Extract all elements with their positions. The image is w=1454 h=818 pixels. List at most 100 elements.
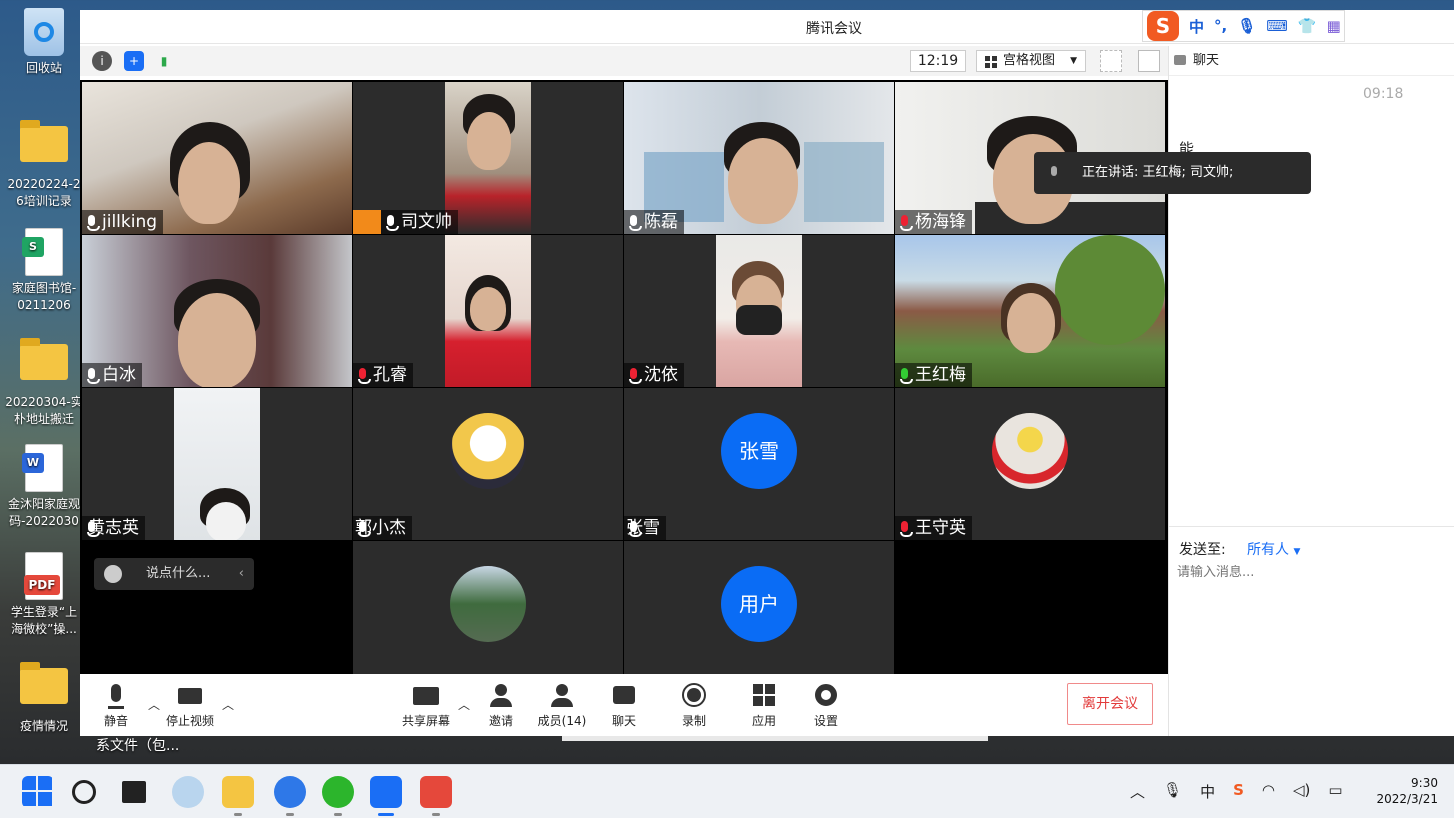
ime-toolbar[interactable]: S 中 °, 🎙 ⌨ 👕 ▦ <box>1142 10 1345 42</box>
desktop-file-label: 系文件（包... <box>96 738 180 754</box>
participant-tile[interactable]: 孔睿 <box>353 235 623 387</box>
mute-label: 静音 <box>103 714 128 728</box>
file-explorer-icon[interactable] <box>222 776 254 816</box>
fullscreen-icon[interactable] <box>1100 50 1122 72</box>
floating-chat-input[interactable]: 说点什么... ‹ <box>94 558 254 590</box>
folder-icon <box>20 338 68 390</box>
desktop-icon-pdf[interactable]: PDF 学生登录“上 海微校”操... <box>0 552 88 638</box>
participant-tile[interactable]: 张雪 张雪 <box>624 388 894 540</box>
skin-icon[interactable]: 👕 <box>1298 17 1317 35</box>
sogou-ime-app-icon[interactable] <box>274 776 306 816</box>
start-icon[interactable] <box>22 776 54 808</box>
participant-tile[interactable]: 王红梅 <box>895 235 1165 387</box>
search-icon[interactable] <box>72 780 96 804</box>
view-mode-label: 宫格视图 <box>1003 53 1056 68</box>
tencent-meeting-icon[interactable] <box>370 776 402 816</box>
meeting-window: 腾讯会议 S 中 °, 🎙 ⌨ 👕 ▦ i + ▮ 12:19 宫格视图 ▼ j… <box>80 10 1454 736</box>
security-shield-icon[interactable]: + <box>124 51 144 71</box>
record-icon <box>664 682 724 710</box>
chat-input-placeholder: 说点什么... <box>146 566 211 581</box>
ime-punct[interactable]: °, <box>1214 17 1227 35</box>
task-view-icon[interactable] <box>122 781 146 803</box>
keyboard-icon[interactable]: ⌨ <box>1266 17 1288 35</box>
desktop-icon-folder[interactable]: 20220224-2 6培训记录 <box>0 118 88 210</box>
chat-panel-title: 聊天 <box>1169 46 1454 76</box>
bottom-control-bar: 静音 ︿ 停止视频 ︿ 共享屏幕 ︿ 邀请 成员(14) 聊天 录制 应用 设置… <box>80 674 1168 736</box>
signal-icon[interactable]: ▮ <box>154 51 174 71</box>
sogou-logo-icon: S <box>1147 11 1179 41</box>
invite-icon <box>471 682 531 710</box>
desktop-icon-folder[interactable]: 疫情情况 <box>0 660 88 735</box>
word-doc-icon: W <box>22 444 63 492</box>
desktop-icon-recycle[interactable]: 回收站 <box>0 8 88 77</box>
members-button[interactable]: 成员(14) <box>532 682 592 729</box>
recycle-bin-icon <box>24 8 64 56</box>
participant-tile[interactable]: 郭小杰 <box>353 388 623 540</box>
leave-meeting-button[interactable]: 离开会议 <box>1067 683 1153 725</box>
participant-tile[interactable]: 沈依 <box>624 235 894 387</box>
chevron-up-icon[interactable]: ︿ <box>148 696 160 713</box>
participant-name: 白冰 <box>82 363 142 387</box>
battery-icon[interactable]: ▭ <box>1328 781 1342 802</box>
ime-mode[interactable]: 中 <box>1189 16 1204 37</box>
participant-name: 沈依 <box>624 363 684 387</box>
participant-tile[interactable]: 王守英 <box>895 388 1165 540</box>
sogou-tray-icon[interactable]: S <box>1233 781 1244 802</box>
desktop-icon-label: 学生登录“上 海微校”操... <box>10 605 78 636</box>
emoji-icon[interactable] <box>104 565 122 583</box>
gear-icon <box>796 682 856 710</box>
chevron-up-icon[interactable]: ︿ <box>458 696 470 713</box>
wifi-icon[interactable]: ◠ <box>1262 781 1275 802</box>
toolbox-icon[interactable]: ▦ <box>1327 17 1341 35</box>
record-label: 录制 <box>681 714 706 728</box>
stop-video-button[interactable]: 停止视频 <box>160 682 220 729</box>
desktop-icon-word[interactable]: W 金沐阳家庭观 码-2022030 <box>0 444 88 530</box>
taskbar-clock[interactable]: 9:30 2022/3/21 <box>1362 775 1438 807</box>
info-icon[interactable]: i <box>92 51 112 71</box>
send-to-dropdown[interactable]: 所有人 ▼ <box>1247 539 1300 559</box>
members-label: 成员(14) <box>537 714 587 728</box>
participant-tile[interactable]: 司文帅 <box>353 82 623 234</box>
invite-label: 邀请 <box>488 714 513 728</box>
folder-icon <box>20 120 68 172</box>
participant-tile[interactable] <box>353 541 623 693</box>
taskbar: ︿ 🎙 中 S ◠ ◁) ▭ 9:30 2022/3/21 <box>0 764 1454 818</box>
desktop-icon-label: 回收站 <box>25 61 62 75</box>
chat-button[interactable]: 聊天 <box>594 682 654 729</box>
avatar: 张雪 <box>721 413 797 489</box>
input-language[interactable]: 中 <box>1200 781 1215 802</box>
microphone-tray-icon[interactable]: 🎙 <box>1163 781 1182 802</box>
chevron-left-icon[interactable]: ‹ <box>239 558 244 590</box>
voice-input-icon[interactable]: 🎙 <box>1237 17 1256 35</box>
mute-button[interactable]: 静音 <box>86 682 146 729</box>
volume-icon[interactable]: ◁) <box>1293 781 1310 802</box>
participant-tile[interactable]: 黄志英 <box>82 388 352 540</box>
share-screen-icon <box>396 682 456 710</box>
view-mode-dropdown[interactable]: 宫格视图 ▼ <box>976 50 1086 72</box>
avatar <box>450 566 526 642</box>
wechat-icon[interactable] <box>322 776 354 816</box>
wps-icon[interactable] <box>420 776 452 816</box>
chat-label: 聊天 <box>611 714 636 728</box>
chevron-up-icon[interactable]: ︿ <box>1130 781 1145 802</box>
share-screen-button[interactable]: 共享屏幕 <box>396 682 456 729</box>
weather-icon[interactable] <box>172 776 204 808</box>
apps-icon <box>734 682 794 710</box>
record-button[interactable]: 录制 <box>664 682 724 729</box>
settings-button[interactable]: 设置 <box>796 682 856 729</box>
apps-button[interactable]: 应用 <box>734 682 794 729</box>
desktop-icon-sheet[interactable]: S 家庭图书馆- 0211206 <box>0 228 88 314</box>
participant-tile[interactable]: 白冰 <box>82 235 352 387</box>
desktop-icon-folder[interactable]: 20220304-实 朴地址搬迁 <box>0 336 88 428</box>
participant-name: 王红梅 <box>895 363 972 387</box>
side-panel-icon[interactable] <box>1138 50 1160 72</box>
chevron-up-icon[interactable]: ︿ <box>222 696 234 713</box>
speaking-indicator: 正在讲话: 王红梅; 司文帅; <box>1034 152 1311 194</box>
participant-tile[interactable]: jillking <box>82 82 352 234</box>
chat-message-input[interactable] <box>1177 565 1437 580</box>
microphone-icon <box>86 682 146 710</box>
invite-button[interactable]: 邀请 <box>471 682 531 729</box>
participant-tile[interactable]: 用户 <box>624 541 894 693</box>
participant-tile[interactable]: 陈磊 <box>624 82 894 234</box>
chevron-down-icon: ▼ <box>1070 56 1077 66</box>
